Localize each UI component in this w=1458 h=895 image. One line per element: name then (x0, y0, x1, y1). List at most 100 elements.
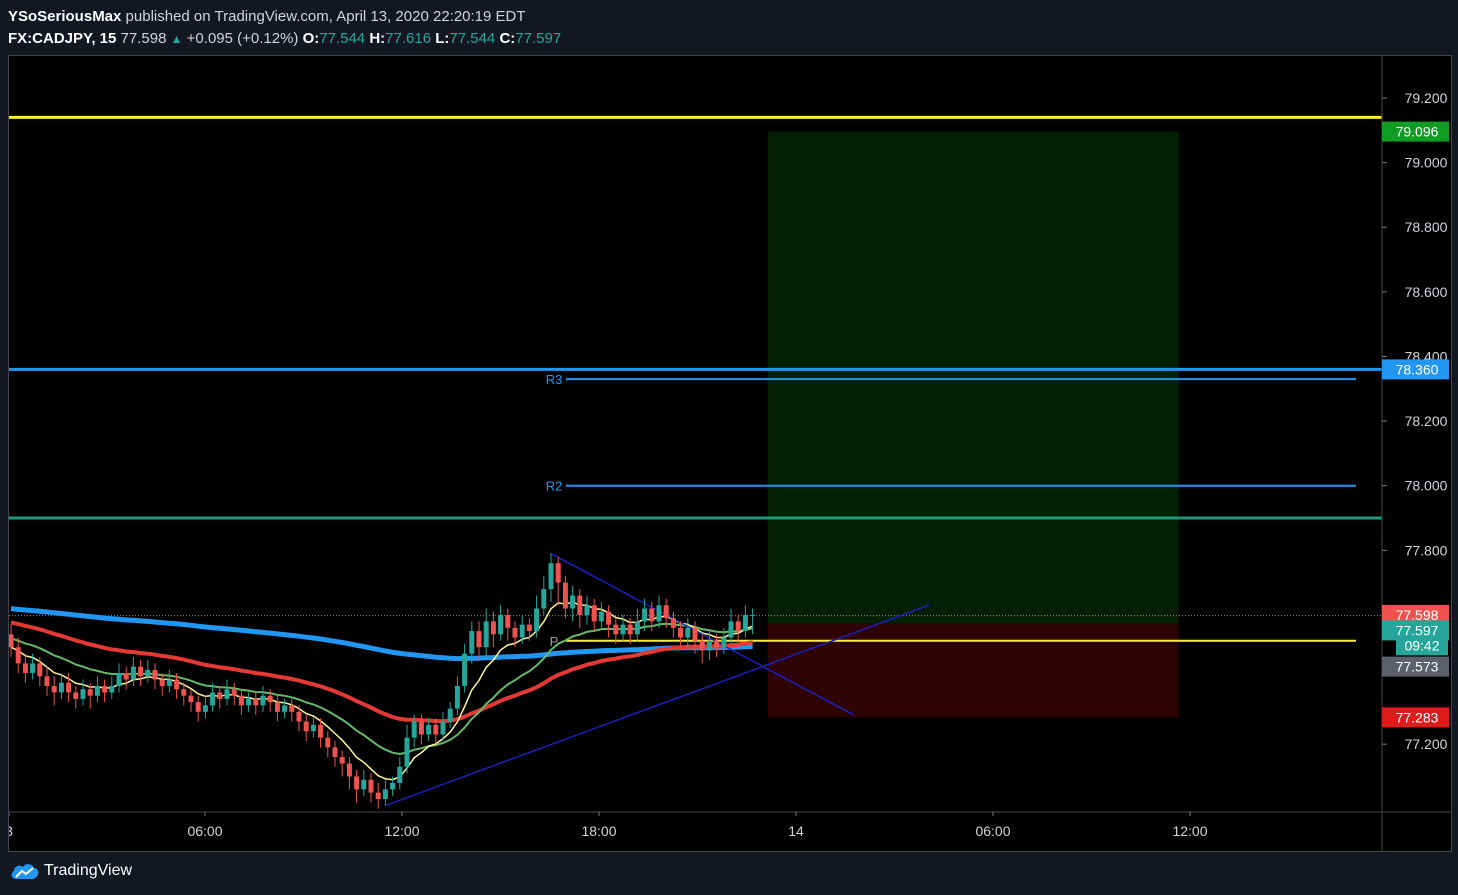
time-tick-label: 3 (9, 823, 13, 839)
time-axis: 3 06:00 12:00 18:00 14 06:00 12:00 (9, 811, 1451, 839)
candle-body (498, 614, 504, 635)
candle-body (30, 663, 36, 674)
plot-area: R3R2P (9, 115, 1382, 809)
candle-body (714, 640, 720, 648)
time-tick-label: 14 (788, 823, 804, 839)
candle-body (404, 737, 410, 767)
candle-body (440, 721, 446, 735)
candle-body (246, 698, 252, 706)
chart-frame[interactable]: R3 R2 P 79.200 79.000 78.800 78.600 78.400 78.20… (8, 55, 1452, 852)
candle-body (58, 682, 64, 693)
candle-body (138, 666, 144, 677)
price-tick-label: 78.800 (1405, 219, 1448, 235)
candle-body (577, 595, 583, 615)
candle-body (159, 679, 165, 686)
publish-line: YSoSeriousMax published on TradingView.c… (8, 6, 561, 28)
candle-body (447, 708, 453, 722)
candle-body (721, 637, 727, 648)
stop-loss-zone (767, 623, 1179, 718)
publisher-name[interactable]: YSoSeriousMax (8, 8, 121, 25)
candle-body (325, 737, 331, 748)
candle-body (332, 747, 338, 758)
price-tick-label: 78.000 (1405, 478, 1448, 494)
candle-body (94, 686, 100, 696)
price-chart[interactable]: R3R2P79.20079.00078.80078.60078.40078.20… (9, 56, 1451, 851)
candle-body (80, 689, 86, 699)
candle-body (361, 779, 367, 790)
candle-body (87, 689, 93, 696)
up-arrow-icon: ▲ (170, 32, 183, 46)
candle-body (303, 721, 309, 732)
candle-body (260, 695, 266, 706)
price-tick-label: 78.600 (1405, 284, 1448, 300)
candle-body (166, 679, 172, 686)
candle-body (534, 608, 540, 632)
candle-body (188, 695, 194, 703)
price-tag-label: 79.096 (1396, 124, 1439, 140)
candle-body (634, 621, 640, 635)
candle-body (51, 686, 57, 693)
candle-body (649, 608, 655, 622)
candle-body (584, 605, 590, 615)
candle-body (706, 640, 712, 651)
chart-header: YSoSeriousMax published on TradingView.c… (8, 6, 561, 50)
candle-body (274, 702, 280, 712)
price-tag-label: 77.573 (1396, 659, 1439, 675)
candle-body (699, 640, 705, 651)
high-label: H: (369, 30, 386, 47)
price-tag-label: 78.360 (1396, 361, 1439, 377)
tradingview-logo[interactable]: TradingView (10, 861, 132, 881)
time-tick-label: 06:00 (975, 823, 1010, 839)
time-tick-label: 06:00 (187, 823, 222, 839)
candle-body (339, 757, 345, 764)
tradingview-brand: TradingView (44, 862, 133, 879)
candle-body (9, 634, 14, 648)
pivot-label-r3: R3 (546, 372, 563, 387)
close-value: 77.597 (515, 30, 562, 47)
candle-body (354, 776, 360, 790)
candle-body (210, 692, 216, 706)
candle-body (145, 669, 151, 677)
candle-body (123, 673, 129, 680)
candle-body (541, 589, 547, 609)
ema-50-line (10, 620, 753, 724)
price-tick-label: 79.000 (1405, 155, 1448, 171)
candle-body (390, 782, 396, 790)
candle-body (418, 721, 424, 735)
candle-body (15, 647, 21, 664)
price-tag: 79.096 (1382, 121, 1449, 142)
profit-zone (767, 131, 1179, 624)
candle-body (526, 624, 532, 632)
candle-body (238, 695, 244, 706)
time-tick-label: 18:00 (581, 823, 616, 839)
price-tag-label: 77.283 (1396, 709, 1439, 725)
candle-body (519, 624, 525, 638)
candle-body (483, 621, 489, 648)
candle-body (512, 627, 518, 638)
candle-body (73, 692, 79, 699)
price-tag: 09:42 (1396, 635, 1448, 656)
price-tick-label: 77.200 (1405, 736, 1448, 752)
candle-body (627, 624, 633, 635)
candle-body (318, 724, 324, 738)
candle-body (555, 563, 561, 583)
time-tick-label: 12:00 (1172, 823, 1207, 839)
candle-body (462, 653, 468, 686)
candle-body (253, 698, 259, 706)
candle-body (102, 686, 108, 693)
time-tick-label: 12:00 (384, 823, 419, 839)
candle-body (426, 724, 432, 735)
candle-body (368, 779, 374, 793)
candle-body (606, 611, 612, 625)
candle-body (224, 689, 230, 699)
price-tag: 78.360 (1382, 359, 1449, 380)
price-tag-label: 09:42 (1404, 637, 1439, 653)
candle-body (454, 686, 460, 709)
candle-body (469, 631, 475, 654)
candle-body (130, 666, 136, 680)
pivot-label-r2: R2 (546, 479, 563, 494)
candle-body (685, 627, 691, 638)
candle-body (346, 763, 352, 777)
price-change: +0.095 (+0.12%) (186, 30, 299, 47)
candle-body (613, 624, 619, 635)
